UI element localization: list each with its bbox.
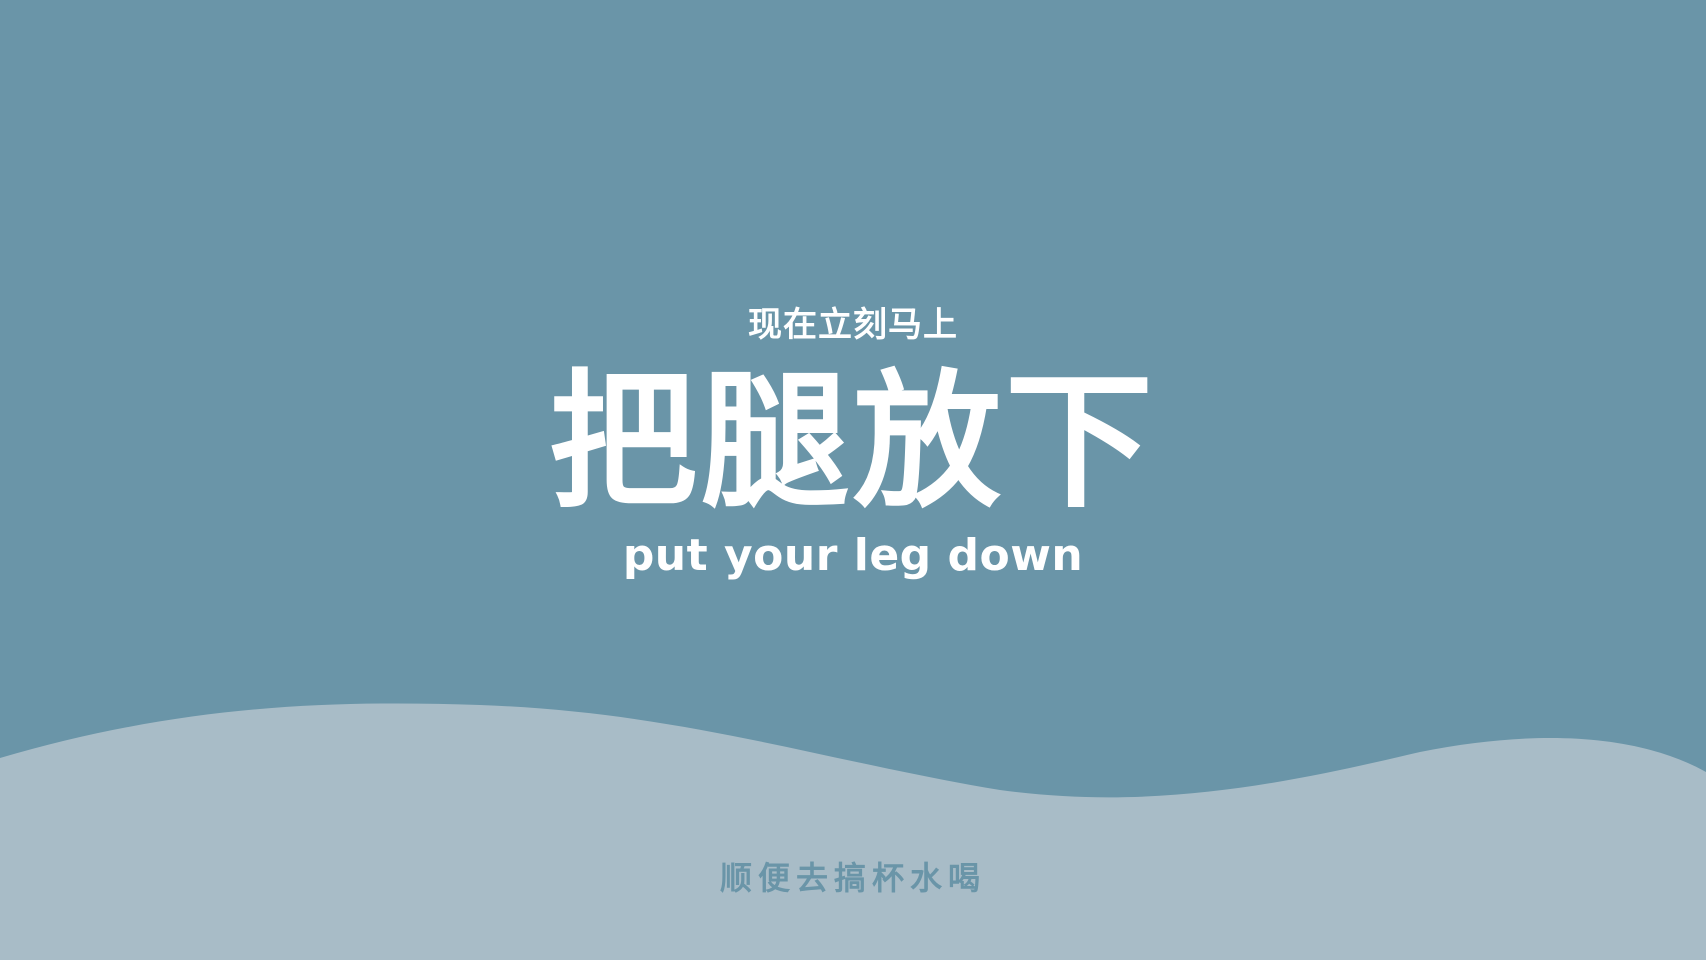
english-line: put your leg down (622, 530, 1084, 581)
wave-shape (0, 703, 1706, 960)
poster-canvas: 现在立刻马上 把腿放下 put your leg down 顺便去搞杯水喝 (0, 0, 1706, 960)
bottom-line: 顺便去搞杯水喝 (719, 859, 986, 897)
top-line: 现在立刻马上 (748, 305, 958, 345)
headline: 把腿放下 (549, 356, 1157, 528)
